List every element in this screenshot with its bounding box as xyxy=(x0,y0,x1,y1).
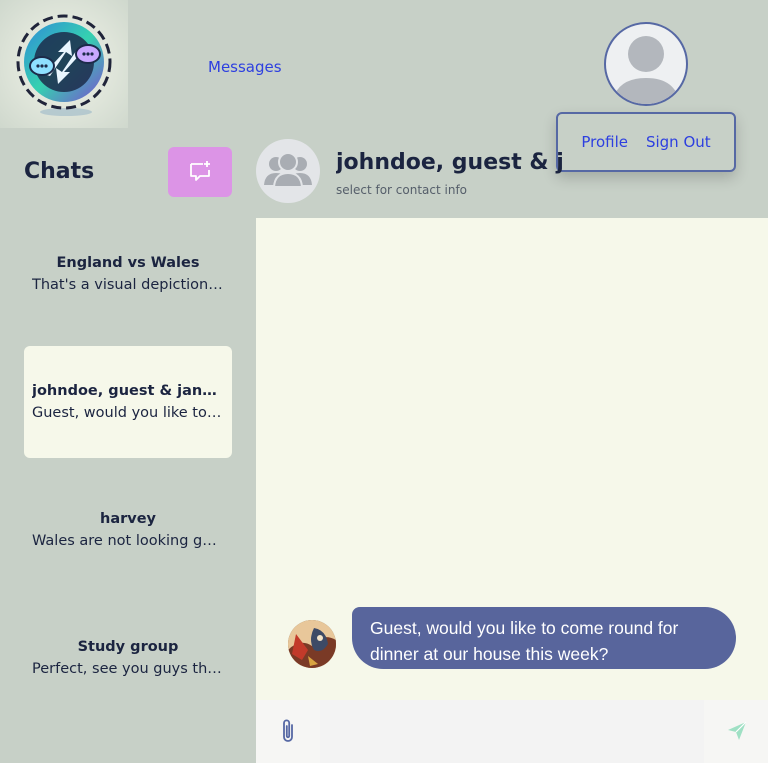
sign-out-link[interactable]: Sign Out xyxy=(646,133,711,151)
conversation-subtitle[interactable]: select for contact info xyxy=(336,183,467,197)
chat-list-item-active[interactable]: johndoe, guest & janed... Guest, would y… xyxy=(24,346,232,458)
chat-name: England vs Wales xyxy=(56,255,200,271)
app-logo xyxy=(0,0,128,128)
message-input[interactable] xyxy=(320,700,704,763)
chat-preview: Perfect, see you guys then! xyxy=(32,661,224,677)
user-dropdown-menu: Profile Sign Out xyxy=(556,112,736,172)
group-avatar[interactable] xyxy=(256,139,320,203)
attach-button[interactable] xyxy=(256,700,320,763)
chat-list-item[interactable]: England vs Wales That's a visual depicti… xyxy=(24,218,232,330)
chat-preview: Wales are not looking go... xyxy=(32,533,224,549)
chats-heading: Chats xyxy=(24,159,95,184)
paperclip-icon xyxy=(283,719,293,742)
chat-name: harvey xyxy=(100,511,156,527)
chat-list-item[interactable]: Study group Perfect, see you guys then! xyxy=(24,602,232,714)
chat-name: Study group xyxy=(77,639,179,655)
send-button[interactable] xyxy=(704,700,768,763)
group-icon xyxy=(264,152,312,188)
send-icon xyxy=(728,721,747,740)
user-avatar-button[interactable] xyxy=(604,22,688,106)
user-icon xyxy=(612,36,680,104)
conversation-title[interactable]: johndoe, guest & janedoe xyxy=(336,150,562,180)
chat-name: johndoe, guest & janed... xyxy=(32,383,224,399)
chat-list-item[interactable]: harvey Wales are not looking go... xyxy=(24,474,232,586)
sender-avatar xyxy=(288,620,336,668)
message-bubble: Guest, would you like to come round for … xyxy=(352,607,736,669)
new-message-icon xyxy=(190,161,210,181)
nav-messages-link[interactable]: Messages xyxy=(208,58,282,76)
new-chat-button[interactable] xyxy=(168,147,232,197)
profile-link[interactable]: Profile xyxy=(581,133,628,151)
chat-preview: That's a visual depiction ... xyxy=(32,277,224,293)
chat-preview: Guest, would you like to ... xyxy=(32,405,224,421)
